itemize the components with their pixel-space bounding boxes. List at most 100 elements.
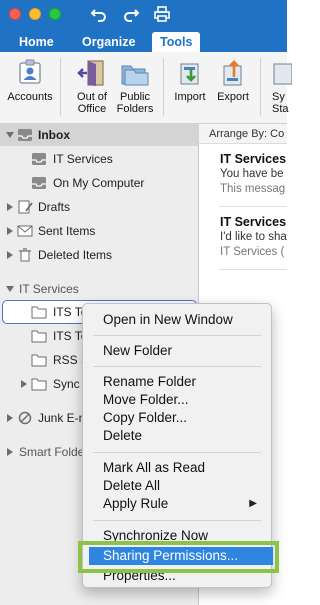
- folder-label: On My Computer: [53, 176, 145, 190]
- folder-label: Inbox: [38, 128, 70, 142]
- collapse-arrow-icon[interactable]: [5, 130, 15, 140]
- folder-label: Smart Folde: [19, 445, 85, 459]
- collapse-arrow-icon[interactable]: [5, 284, 15, 294]
- expand-arrow-icon[interactable]: [5, 202, 15, 212]
- folder-drafts[interactable]: Drafts: [0, 196, 199, 218]
- message-preview: This messag: [220, 183, 286, 195]
- drafts-icon: [18, 200, 33, 214]
- zoom-window-button[interactable]: [49, 8, 61, 20]
- folder-inbox-on-my-computer[interactable]: On My Computer: [0, 172, 199, 194]
- tab-home[interactable]: Home: [11, 32, 62, 52]
- import-label: Import: [174, 91, 206, 103]
- folder-context-menu: Open in New Window New Folder Rename Fol…: [82, 303, 273, 588]
- inbox-icon: [18, 129, 32, 141]
- redo-icon[interactable]: [122, 5, 140, 23]
- menu-item-open-in-new-window[interactable]: Open in New Window: [83, 311, 271, 329]
- public-folders-label-1: Public: [120, 91, 150, 103]
- public-folders-icon: [119, 58, 151, 88]
- menu-item-mark-all-as-read[interactable]: Mark All as Read: [83, 459, 271, 477]
- folder-sent-items[interactable]: Sent Items: [0, 220, 199, 242]
- junk-icon: [18, 411, 32, 425]
- close-window-button[interactable]: [9, 8, 21, 20]
- out-of-office-icon: [76, 58, 108, 88]
- tab-tools[interactable]: Tools: [152, 32, 201, 52]
- expand-arrow-icon[interactable]: [5, 226, 15, 236]
- ribbon-tab-bar: Home Organize Tools: [0, 28, 287, 52]
- minimize-window-button[interactable]: [29, 8, 41, 20]
- folder-label: Sent Items: [38, 224, 96, 238]
- sync-status-icon: [270, 58, 293, 88]
- export-icon: [217, 58, 249, 88]
- menu-separator: [93, 452, 261, 453]
- export-button[interactable]: Export: [213, 58, 253, 103]
- print-icon[interactable]: [153, 5, 171, 23]
- ribbon-divider: [260, 58, 261, 116]
- folder-label: Drafts: [38, 200, 71, 214]
- out-of-office-button[interactable]: Out of Office: [70, 58, 114, 115]
- menu-separator: [93, 366, 261, 367]
- menu-item-delete-all[interactable]: Delete All: [83, 477, 271, 495]
- folder-icon: [31, 354, 47, 367]
- accounts-button[interactable]: Accounts: [5, 58, 55, 103]
- account-label: IT Services: [19, 282, 79, 296]
- expand-arrow-icon[interactable]: [5, 250, 15, 260]
- import-button[interactable]: Import: [171, 58, 209, 103]
- message-preview: IT Services (: [220, 246, 285, 258]
- menu-item-move-folder[interactable]: Move Folder...: [83, 391, 271, 409]
- menu-item-synchronize-now[interactable]: Synchronize Now: [83, 527, 271, 545]
- menu-item-label: Apply Rule: [103, 496, 169, 511]
- message-sender: IT Services: [220, 215, 287, 229]
- ribbon: Accounts Out of Office Public Folders Im…: [0, 52, 293, 124]
- public-folders-button[interactable]: Public Folders: [114, 58, 156, 115]
- menu-item-properties[interactable]: Properties...: [83, 567, 271, 585]
- folder-inbox-it-services[interactable]: IT Services: [0, 148, 199, 170]
- title-bar: [0, 0, 287, 28]
- undo-icon[interactable]: [90, 5, 108, 23]
- sync-status-label-1: Sy: [272, 91, 285, 103]
- export-label: Export: [217, 91, 249, 103]
- message-subject: You have be: [220, 168, 284, 180]
- message-sender: IT Services: [220, 152, 287, 166]
- folder-icon: [31, 330, 47, 343]
- submenu-arrow-icon: ▶: [249, 498, 257, 509]
- account-it-services-header[interactable]: IT Services: [0, 278, 199, 300]
- public-folders-label-2: Folders: [116, 103, 154, 115]
- menu-separator: [93, 335, 261, 336]
- inbox-icon: [32, 153, 46, 165]
- expand-arrow-icon[interactable]: [5, 413, 15, 423]
- ribbon-divider: [163, 58, 164, 116]
- trash-icon: [19, 248, 31, 262]
- menu-item-delete[interactable]: Delete: [83, 427, 271, 445]
- folder-label: Deleted Items: [38, 248, 113, 262]
- ribbon-divider: [60, 58, 61, 116]
- accounts-icon: [14, 58, 46, 88]
- menu-separator: [93, 520, 261, 521]
- menu-item-apply-rule[interactable]: Apply Rule ▶: [83, 495, 271, 513]
- message-item[interactable]: IT Services You have be This messag: [199, 151, 287, 197]
- folder-icon: [31, 306, 47, 319]
- menu-item-rename-folder[interactable]: Rename Folder: [83, 373, 271, 391]
- menu-item-sharing-permissions[interactable]: Sharing Permissions...: [89, 547, 273, 565]
- inbox-icon: [32, 177, 46, 189]
- sync-status-button[interactable]: Sy Sta: [266, 58, 296, 115]
- import-icon: [174, 58, 206, 88]
- message-divider: [219, 269, 287, 270]
- arrange-by-header[interactable]: Arrange By: Co: [199, 124, 287, 144]
- menu-item-new-folder[interactable]: New Folder: [83, 342, 271, 360]
- message-item[interactable]: IT Services I'd like to sha IT Services …: [199, 214, 287, 260]
- out-of-office-label-2: Office: [77, 103, 107, 115]
- folder-label: IT Services: [53, 152, 113, 166]
- sent-items-icon: [17, 225, 33, 237]
- folder-deleted-items[interactable]: Deleted Items: [0, 244, 199, 266]
- folder-inbox[interactable]: Inbox: [0, 124, 199, 146]
- accounts-label: Accounts: [7, 91, 53, 103]
- out-of-office-label-1: Out of: [77, 91, 107, 103]
- expand-arrow-icon[interactable]: [5, 447, 15, 457]
- expand-arrow-icon[interactable]: [19, 379, 29, 389]
- sync-status-label-2: Sta: [272, 103, 289, 115]
- folder-label: Sync: [53, 377, 80, 391]
- message-divider: [219, 206, 287, 207]
- menu-item-copy-folder[interactable]: Copy Folder...: [83, 409, 271, 427]
- message-subject: I'd like to sha: [220, 231, 287, 243]
- tab-organize[interactable]: Organize: [74, 32, 144, 52]
